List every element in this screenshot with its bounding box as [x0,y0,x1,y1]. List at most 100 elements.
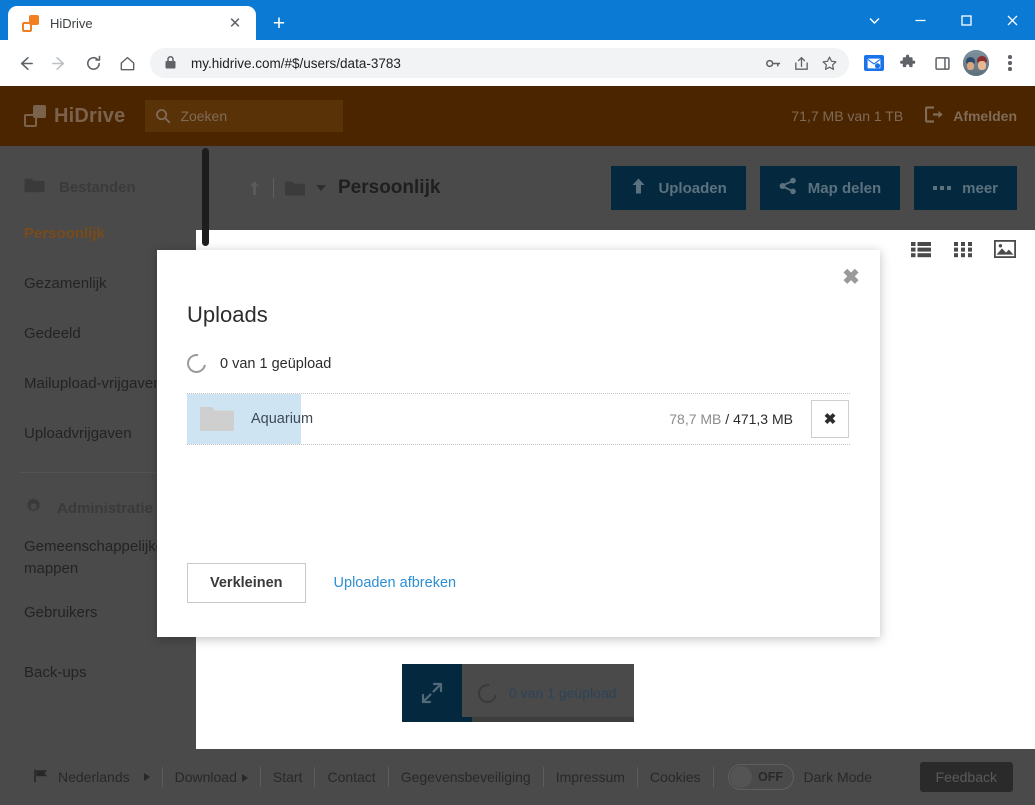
upload-widget[interactable]: 0 van 1 geüpload [402,664,634,722]
dark-mode-control: OFF Dark Mode [727,764,872,790]
dark-mode-state: OFF [758,770,784,784]
share-folder-label: Map delen [807,179,882,197]
upload-arrow-icon [630,177,647,199]
tab-strip: HiDrive ✕ + [0,0,1035,40]
minimize-modal-button[interactable]: Verkleinen [187,563,306,603]
minimize-icon[interactable] [897,0,943,40]
footer-link-start[interactable]: Start [261,769,315,785]
sidebar-scrollbar-thumb[interactable] [202,148,209,246]
sidebar-item-label: Gezamenlijk [24,274,107,292]
sidebar-item-back-ups[interactable]: Back-ups [0,647,196,697]
gallery-view-icon[interactable] [993,238,1017,260]
more-button-label: meer [962,179,998,197]
upload-total-size: 471,3 MB [733,411,793,427]
more-button[interactable]: meer [914,166,1017,210]
share-folder-button[interactable]: Map delen [759,166,901,210]
forward-icon[interactable] [42,46,76,80]
home-icon[interactable] [110,46,144,80]
upload-list: Aquarium 78,7 MB / 471,3 MB ✖ [187,393,850,445]
bookmark-star-icon[interactable] [815,49,843,77]
modal-title: Uploads [187,302,268,327]
reload-icon[interactable] [76,46,110,80]
modal-status: 0 van 1 geüpload [157,328,880,377]
footer-link-download[interactable]: Download [163,769,260,785]
toggle-knob [729,766,752,788]
sidebar-item-label: Gedeeld [24,324,81,342]
hidrive-favicon [22,14,39,32]
uploads-modal: ✖ Uploads 0 van 1 geüpload Aquarium 78,7… [157,250,880,637]
new-tab-button[interactable]: + [264,8,294,38]
tab-close-icon[interactable]: ✕ [224,12,246,34]
password-key-icon[interactable] [759,49,787,77]
move-up-icon[interactable] [246,179,263,198]
sidebar-item-label: Mailupload-vrijgaven [24,374,162,392]
folder-icon[interactable] [284,179,306,197]
upload-size-separator: / [721,411,734,427]
hidrive-mark-icon [24,105,46,127]
side-panel-icon[interactable] [925,46,959,80]
share-icon[interactable] [787,49,815,77]
footer-link-gegevensbeveiliging[interactable]: Gegevensbeveiliging [389,769,543,785]
footer-link-impressum[interactable]: Impressum [544,769,637,785]
spinner-icon [474,679,501,707]
dark-mode-toggle[interactable]: OFF [727,764,794,790]
close-icon[interactable]: ✖ [838,264,864,290]
footer-link-label: Download [174,769,237,785]
cancel-upload-button[interactable]: ✖ [811,400,849,438]
footer-language[interactable]: Nederlands [28,769,162,786]
browser-window: HiDrive ✕ + my.hidrive.com/#$/users/data… [0,0,1035,805]
logout-button[interactable]: Afmelden [925,106,1017,126]
address-bar[interactable]: my.hidrive.com/#$/users/data-3783 [150,48,849,78]
mail-extension-icon[interactable] [857,46,891,80]
spinner-icon [183,350,210,377]
footer-link-cookies[interactable]: Cookies [638,769,713,785]
footer: Nederlands Download Start Contact Gegeve… [0,749,1035,805]
grid-view-icon[interactable] [951,238,975,260]
upload-widget-body: 0 van 1 geüpload [462,679,634,707]
logout-icon [925,106,944,126]
view-mode-toggles [909,238,1017,260]
sidebar-item-label: Gemeenschappelijke mappen [24,538,165,577]
chevron-right-icon [241,774,248,783]
url-text: my.hidrive.com/#$/users/data-3783 [191,55,401,71]
close-icon[interactable] [989,0,1035,40]
browser-toolbar: my.hidrive.com/#$/users/data-3783 [0,40,1035,86]
feedback-button[interactable]: Feedback [919,762,1013,792]
chrome-menu-icon[interactable] [993,46,1027,80]
breadcrumb-current: Persoonlijk [338,177,441,198]
extensions-puzzle-icon[interactable] [891,46,925,80]
list-view-icon[interactable] [909,238,933,260]
upload-button[interactable]: Uploaden [611,166,746,210]
tab-search-icon[interactable] [851,0,897,40]
browser-tab[interactable]: HiDrive ✕ [8,6,256,40]
search-input[interactable]: Zoeken [145,100,344,132]
chevron-down-icon[interactable] [316,185,326,191]
profile-avatar[interactable] [959,46,993,80]
abort-uploads-link[interactable]: Uploaden afbreken [334,575,457,591]
logout-label: Afmelden [953,108,1017,124]
gear-icon [24,497,43,520]
back-icon[interactable] [8,46,42,80]
breadcrumb-separator [273,178,274,198]
sidebar-item-label: Uploadvrijgaven [24,424,132,442]
maximize-icon[interactable] [943,0,989,40]
storage-quota: 71,7 MB van 1 TB [791,108,904,124]
expand-arrows-icon[interactable] [402,664,462,722]
sidebar-divider [20,472,176,473]
search-icon [155,108,171,124]
modal-actions: Verkleinen Uploaden afbreken [187,563,456,603]
footer-link-contact[interactable]: Contact [315,769,387,785]
app-header: HiDrive Zoeken 71,7 MB van 1 TB Afmelden [0,86,1035,146]
search-placeholder: Zoeken [180,108,228,124]
header-right: 71,7 MB van 1 TB Afmelden [791,106,1017,126]
brand-name: HiDrive [54,104,126,127]
sidebar-item-label: Gebruikers [24,603,98,621]
hidrive-logo[interactable]: HiDrive [24,105,125,128]
sidebar-item-label: Persoonlijk [24,224,105,242]
action-buttons: Uploaden Map delen meer [611,166,1017,210]
page-viewport: HiDrive Zoeken 71,7 MB van 1 TB Afmelden [0,86,1035,805]
share-nodes-icon [779,177,797,199]
breadcrumb: Persoonlijk [246,177,440,199]
upload-widget-progress [402,717,634,722]
omnibox-actions [759,49,843,77]
